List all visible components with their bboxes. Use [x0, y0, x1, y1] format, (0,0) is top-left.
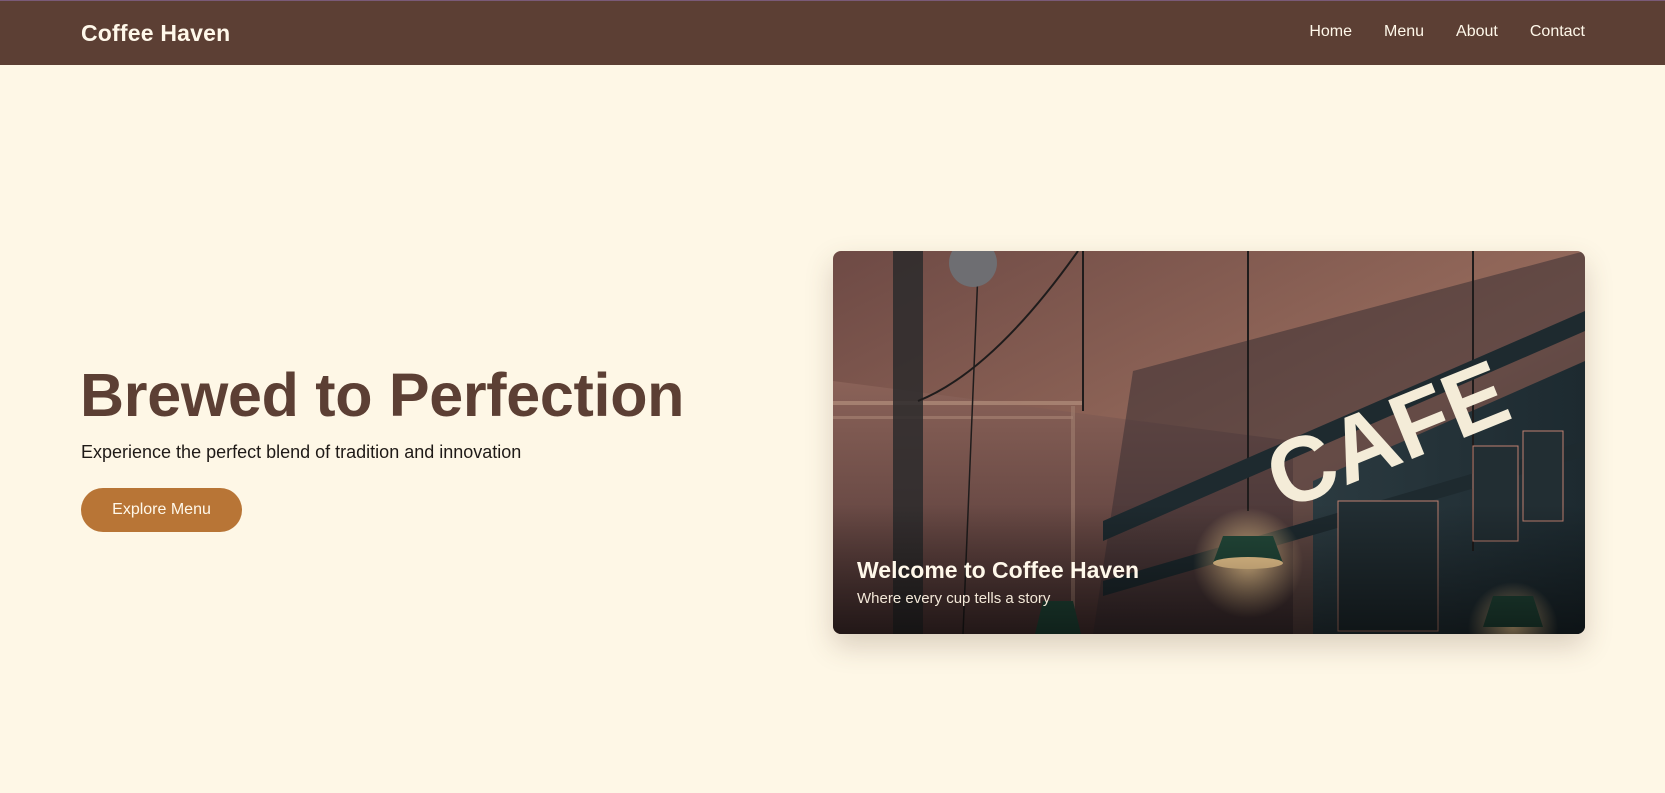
brand-logo[interactable]: Coffee Haven	[81, 20, 230, 47]
hero-image-card: CAFE Welcome to Coffee Haven Where every…	[833, 251, 1585, 634]
hero-subtitle: Experience the perfect blend of traditio…	[81, 442, 522, 462]
navbar: Coffee Haven Home Menu About Contact	[0, 1, 1665, 65]
nav-link-home[interactable]: Home	[1309, 23, 1352, 41]
explore-menu-button[interactable]: Explore Menu	[81, 488, 242, 532]
nav-link-about[interactable]: About	[1456, 23, 1498, 41]
hero-title: Brewed to Perfection	[80, 361, 685, 429]
card-subtitle: Where every cup tells a story	[857, 590, 1051, 607]
card-title: Welcome to Coffee Haven	[857, 557, 1140, 583]
nav-links: Home Menu About Contact	[1309, 23, 1585, 41]
nav-link-contact[interactable]: Contact	[1530, 23, 1585, 41]
nav-link-menu[interactable]: Menu	[1384, 23, 1424, 41]
